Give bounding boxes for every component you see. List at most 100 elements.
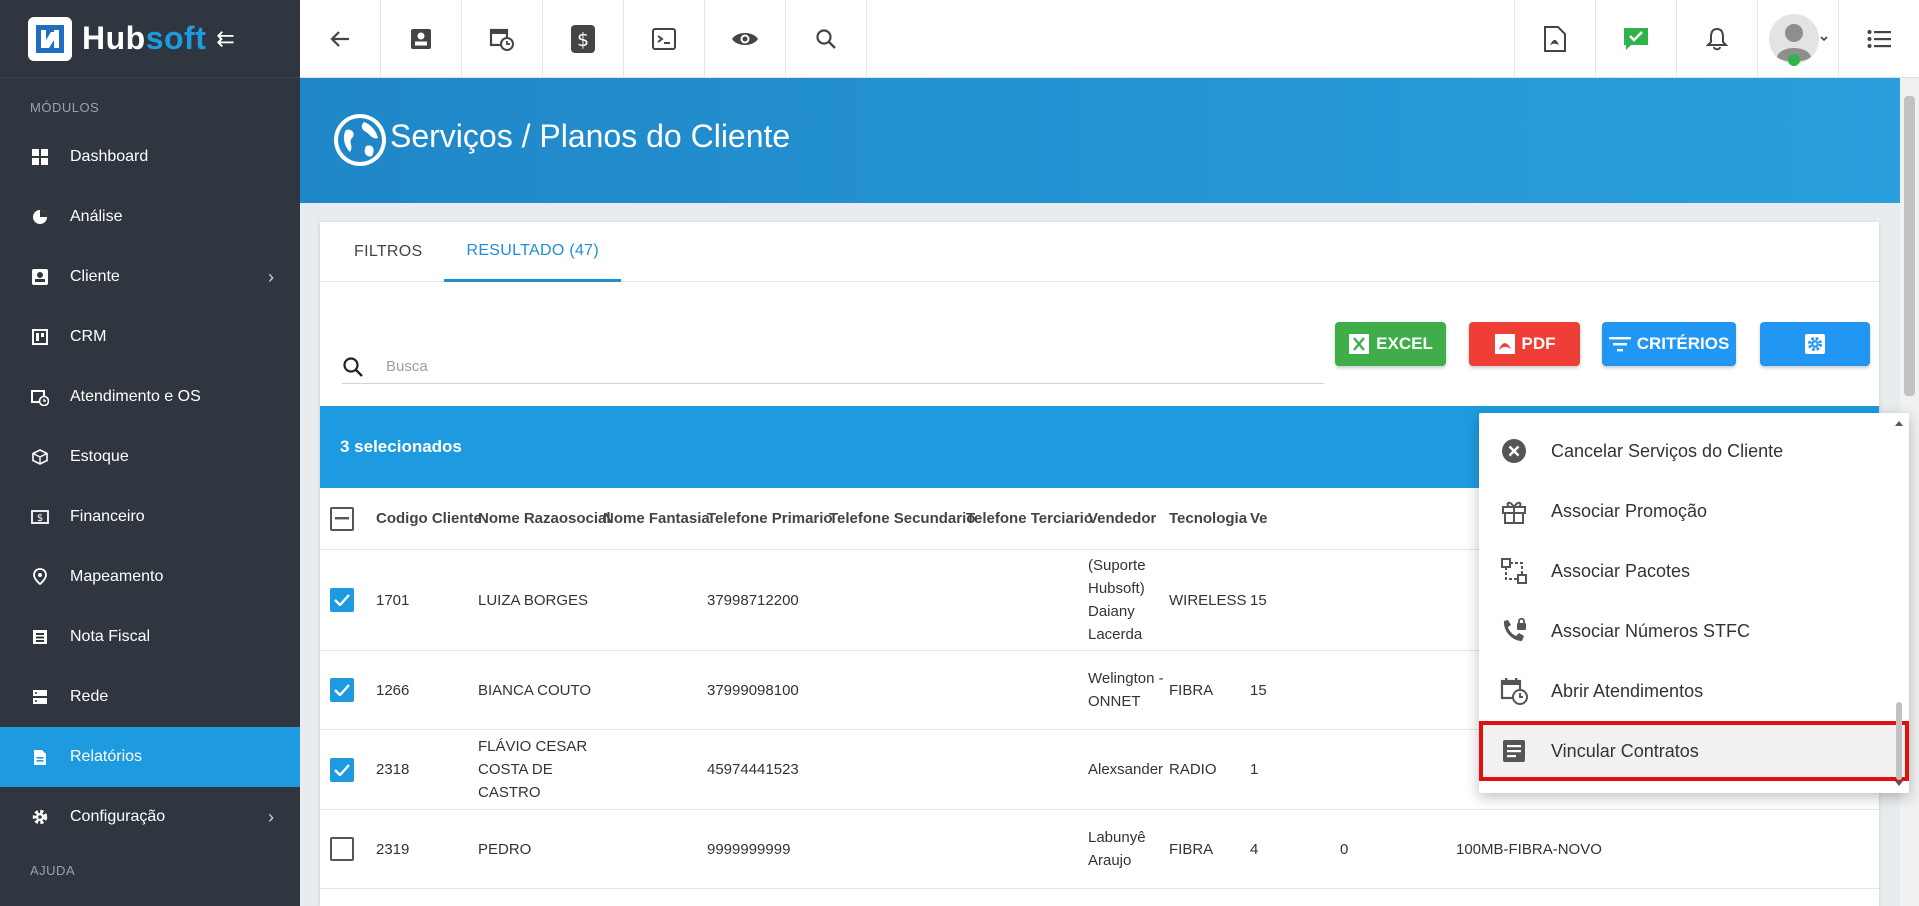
column-header[interactable]: Telefone Terciario [966, 488, 1093, 549]
search-input[interactable] [386, 358, 1286, 375]
cell-ve: 15 [1250, 591, 1267, 609]
sidebar-item-relatorios[interactable]: Relatórios [0, 727, 300, 787]
menu-item-associar-pacotes[interactable]: Associar Pacotes [1479, 541, 1909, 601]
column-header[interactable]: Ve [1250, 488, 1268, 549]
sidebar-item-financeiro[interactable]: $ Financeiro [0, 487, 300, 547]
tab-filtros[interactable]: FILTROS [332, 222, 444, 282]
eye-icon [732, 33, 758, 45]
tab-bar: FILTROS RESULTADO (47) [320, 222, 1879, 282]
menu-scrollbar[interactable] [1893, 417, 1905, 789]
column-header[interactable]: Codigo Cliente [376, 488, 482, 549]
back-button[interactable] [300, 0, 381, 78]
menu-item-associar-numeros-stfc[interactable]: Associar Números STFC [1479, 601, 1909, 661]
brand-name: Hubsoft [82, 20, 207, 56]
list-menu-button[interactable] [1838, 0, 1919, 78]
menu-item-associar-promocao[interactable]: Associar Promoção [1479, 481, 1909, 541]
sidebar-item-atendimento[interactable]: Atendimento e OS [0, 367, 300, 427]
menu-item-label: Associar Números STFC [1551, 620, 1751, 641]
column-header[interactable]: Telefone Secundario [829, 488, 975, 549]
gear-icon [1803, 332, 1827, 356]
sidebar-item-label: CRM [70, 328, 107, 345]
export-excel-label: EXCEL [1376, 334, 1433, 353]
document-list-icon [30, 627, 50, 647]
row-checkbox[interactable] [330, 588, 354, 612]
sidebar-item-dashboard[interactable]: Dashboard [0, 127, 300, 187]
collapse-sidebar-icon[interactable]: ⇇ [216, 26, 234, 52]
notifications-button[interactable] [1676, 0, 1757, 78]
settings-button[interactable] [1760, 322, 1870, 366]
cell-vendedor: Labunyê Araujo [1088, 829, 1146, 869]
search-shortcut-button[interactable] [786, 0, 867, 78]
sidebar-item-mapeamento[interactable]: Mapeamento [0, 547, 300, 607]
view-shortcut-button[interactable] [705, 0, 786, 78]
sidebar-item-cliente[interactable]: Cliente › [0, 247, 300, 307]
export-pdf-button[interactable]: PDF [1469, 322, 1580, 366]
client-shortcut-button[interactable] [381, 0, 462, 78]
page-scrollbar-thumb[interactable] [1904, 96, 1915, 396]
pdf-shortcut-button[interactable] [1514, 0, 1595, 78]
cell-plano: 100MB-FIBRA-NOVO [1456, 840, 1602, 858]
attendance-shortcut-button[interactable] [462, 0, 543, 78]
terminal-icon [652, 28, 676, 50]
cell-telefone: 9999999999 [707, 840, 791, 858]
sidebar-item-rede[interactable]: Rede [0, 667, 300, 727]
menu-item-label: Associar Pacotes [1551, 560, 1691, 581]
export-excel-button[interactable]: EXCEL [1335, 322, 1446, 366]
dashboard-icon [30, 147, 50, 167]
logo: Hubsoft ⇇ [0, 0, 300, 78]
criteria-label: CRITÉRIOS [1636, 334, 1730, 353]
cancel-circle-icon [1499, 436, 1529, 466]
sidebar-item-estoque[interactable]: Estoque [0, 427, 300, 487]
sidebar-item-analise[interactable]: Análise [0, 187, 300, 247]
cell-tecnologia: FIBRA [1169, 681, 1214, 699]
gear-icon [30, 807, 50, 827]
row-checkbox[interactable] [330, 837, 354, 861]
cell-telefone: 37998712200 [707, 591, 799, 609]
table-row[interactable]: 2319 PEDRO 9999999999 Labunyê Araujo FIB… [320, 810, 1879, 889]
excel-icon [1348, 333, 1370, 355]
phone-lock-icon [1499, 616, 1529, 646]
column-header[interactable]: Nome Razaosocial [478, 488, 611, 549]
sidebar-item-label: Atendimento e OS [70, 388, 201, 405]
cell-telefone: 45974441523 [707, 761, 799, 778]
sidebar-item-configuracao[interactable]: Configuração › [0, 787, 300, 847]
svg-text:$: $ [577, 29, 589, 51]
menu-item-label: Abrir Atendimentos [1551, 680, 1704, 701]
hubsoft-logo-icon [28, 16, 72, 61]
row-checkbox[interactable] [330, 678, 354, 702]
terminal-shortcut-button[interactable] [624, 0, 705, 78]
svg-text:$: $ [37, 513, 43, 524]
search-icon [816, 29, 836, 49]
finance-shortcut-button[interactable]: $ [543, 0, 624, 78]
row-checkbox[interactable] [330, 757, 354, 782]
column-header[interactable]: Tecnologia [1169, 488, 1247, 549]
cell-extra: 0 [1340, 840, 1349, 858]
server-icon [30, 687, 50, 707]
tasks-button[interactable] [1595, 0, 1676, 78]
cell-tecnologia: RADIO [1169, 761, 1217, 778]
cell-vendedor: Welington - ONNET [1088, 670, 1164, 710]
column-header[interactable]: Telefone Primario [707, 488, 833, 549]
menu-item-vincular-contratos[interactable]: Vincular Contratos [1479, 721, 1909, 781]
calendar-clock-icon [30, 387, 50, 407]
column-header[interactable]: Vendedor [1088, 488, 1156, 549]
sidebar-item-nota-fiscal[interactable]: Nota Fiscal [0, 607, 300, 667]
sidebar-item-crm[interactable]: CRM [0, 307, 300, 367]
cell-ve: 1 [1250, 761, 1259, 778]
tab-resultado[interactable]: RESULTADO (47) [444, 222, 622, 282]
calendar-clock-icon [489, 28, 514, 51]
column-header[interactable]: Nome Fantasia [603, 488, 710, 549]
sidebar-item-label: Análise [70, 208, 123, 225]
select-all-checkbox[interactable] [330, 506, 354, 531]
menu-item-cancelar-servicos[interactable]: Cancelar Serviços do Cliente [1479, 421, 1909, 481]
user-menu-button[interactable] [1757, 0, 1838, 78]
criteria-button[interactable]: CRITÉRIOS [1602, 322, 1736, 366]
sidebar-item-label: Cliente [70, 268, 120, 285]
dollar-icon: $ [571, 25, 595, 53]
menu-item-abrir-atendimentos[interactable]: Abrir Atendimentos [1479, 661, 1909, 721]
pdf-icon [1494, 333, 1516, 355]
sidebar-item-label: Financeiro [70, 508, 145, 525]
money-icon: $ [30, 507, 50, 527]
package-link-icon [1499, 556, 1529, 586]
pie-chart-icon [30, 207, 50, 227]
